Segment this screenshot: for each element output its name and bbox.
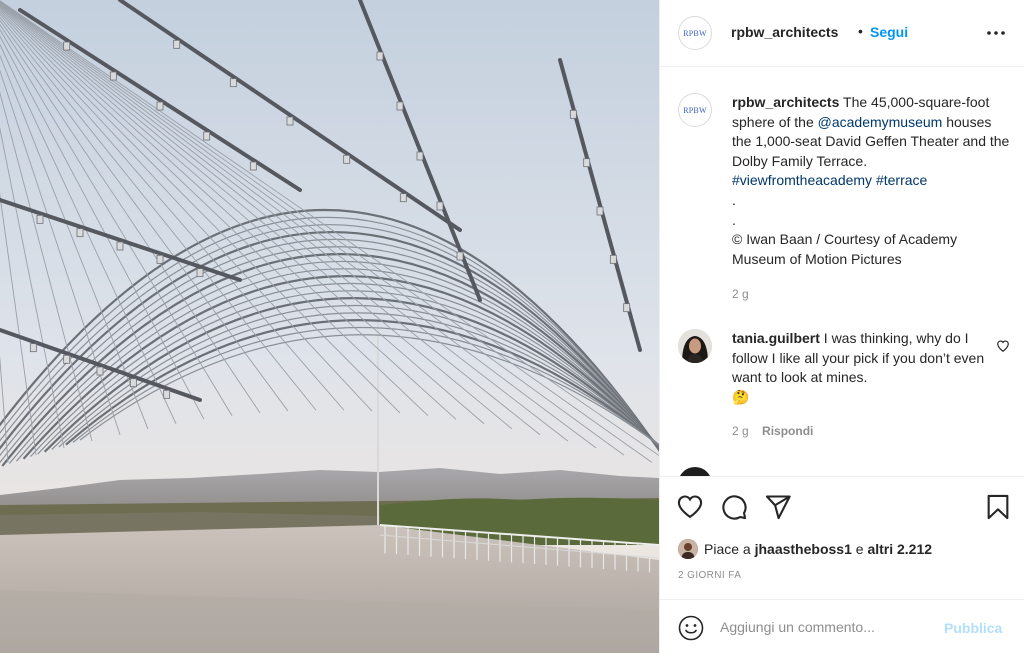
- publish-button[interactable]: Pubblica: [944, 620, 1002, 636]
- commenter-avatar-image: [678, 329, 712, 363]
- comment-username[interactable]: tania.guilbert: [732, 330, 820, 346]
- comment-button[interactable]: [720, 493, 748, 521]
- liker-avatar-image: [678, 539, 698, 559]
- dome-light-fixture: [596, 206, 604, 216]
- dome-light-fixture: [173, 39, 181, 49]
- smiley-icon: [678, 615, 704, 641]
- share-button[interactable]: [764, 493, 792, 521]
- bookmark-icon: [987, 494, 1009, 520]
- comment-like-button[interactable]: [996, 339, 1010, 353]
- follow-button[interactable]: Segui: [870, 24, 908, 40]
- caption-mention[interactable]: @academymuseum: [818, 114, 943, 130]
- dome-light-fixture: [36, 214, 44, 224]
- dome-light-fixture: [63, 354, 71, 364]
- dome-light-fixture: [623, 303, 631, 313]
- dome-light-fixture: [569, 109, 577, 119]
- caption-dot-2: .: [732, 211, 736, 228]
- post-image: [0, 0, 659, 653]
- heart-icon: [677, 495, 703, 519]
- dome-light-fixture: [196, 268, 204, 278]
- comments-area[interactable]: RPBW rpbw_architects The 45,000-square-f…: [660, 67, 1024, 476]
- dome-light-fixture: [416, 151, 424, 161]
- caption-avatar[interactable]: RPBW: [678, 93, 712, 127]
- add-comment-bar: Pubblica: [660, 599, 1024, 653]
- likes-user[interactable]: jhaastheboss1: [755, 541, 852, 557]
- like-button[interactable]: [676, 493, 704, 521]
- dome-light-fixture: [456, 251, 464, 261]
- comment-icon: [722, 495, 747, 520]
- dome-light-fixture: [203, 131, 211, 141]
- header-separator: •: [858, 23, 863, 39]
- dome-light-fixture: [609, 254, 617, 264]
- header-username[interactable]: rpbw_architects: [731, 24, 838, 40]
- caption-dot-1: .: [732, 191, 736, 208]
- dome-light-fixture: [116, 241, 124, 251]
- comment-meta: 2 g Rispondi: [732, 424, 813, 438]
- dome-light-fixture: [96, 366, 104, 376]
- dome-light-fixture: [399, 193, 407, 203]
- dome-light-fixture: [376, 51, 384, 61]
- caption-timestamp[interactable]: 2 g: [732, 287, 749, 301]
- dome-light-fixture: [396, 101, 404, 111]
- likes-others[interactable]: altri 2.212: [867, 541, 932, 557]
- dome-light-fixture: [286, 116, 294, 126]
- dome-light-fixture: [343, 154, 351, 164]
- dome-light-fixture: [63, 41, 71, 51]
- commenter-avatar[interactable]: [678, 329, 712, 363]
- dome-light-fixture: [249, 161, 257, 171]
- save-button[interactable]: [984, 493, 1012, 521]
- post-caption: rpbw_architects The 45,000-square-foot s…: [732, 93, 1010, 269]
- reply-button[interactable]: Rispondi: [762, 424, 813, 438]
- caption-hashtag-1[interactable]: #viewfromtheacademy: [732, 172, 872, 188]
- post-photo[interactable]: [0, 0, 659, 653]
- caption-credit: © Iwan Baan / Courtesy of Academy Museum…: [732, 231, 958, 267]
- post-side-panel: RPBW rpbw_architects • Segui RPBW rpbw_a…: [659, 0, 1024, 653]
- dome-light-fixture: [156, 101, 164, 111]
- dome-light-fixture: [583, 158, 591, 168]
- post-header: RPBW rpbw_architects • Segui: [660, 0, 1024, 67]
- comment-timestamp[interactable]: 2 g: [732, 424, 749, 438]
- dome-light-fixture: [129, 378, 137, 388]
- emoji-button[interactable]: [678, 615, 704, 641]
- more-horizontal-icon: [987, 31, 1005, 35]
- caption-username[interactable]: rpbw_architects: [732, 94, 839, 110]
- comment-emoji: 🤔: [732, 388, 750, 405]
- dome-light-fixture: [436, 201, 444, 211]
- caption-hashtag-2[interactable]: #terrace: [876, 172, 927, 188]
- dome-light-fixture: [229, 78, 237, 88]
- post-date[interactable]: 2 GIORNI FA: [678, 570, 741, 581]
- caption-avatar-text: RPBW: [683, 105, 707, 115]
- dome-light-fixture: [163, 389, 171, 399]
- paper-plane-icon: [765, 495, 791, 520]
- heart-icon: [997, 340, 1009, 352]
- profile-avatar[interactable]: RPBW: [678, 16, 712, 50]
- dome-light-fixture: [29, 343, 37, 353]
- more-options-button[interactable]: [985, 22, 1007, 44]
- avatar-logo-text: RPBW: [683, 28, 707, 38]
- dome-light-fixture: [109, 71, 117, 81]
- likes-conj: e: [855, 541, 864, 557]
- dome-light-fixture: [76, 228, 84, 238]
- likes-prefix: Piace a: [704, 541, 751, 557]
- next-comment-avatar[interactable]: [678, 467, 712, 476]
- post-actions: Piace a jhaastheboss1 e altri 2.212 2 GI…: [660, 476, 1024, 599]
- liker-avatar: [678, 539, 698, 559]
- comment-body: tania.guilbert I was thinking, why do I …: [732, 329, 988, 407]
- likes-summary[interactable]: Piace a jhaastheboss1 e altri 2.212: [678, 539, 932, 559]
- comment-input[interactable]: [720, 615, 940, 639]
- dome-light-fixture: [156, 254, 164, 264]
